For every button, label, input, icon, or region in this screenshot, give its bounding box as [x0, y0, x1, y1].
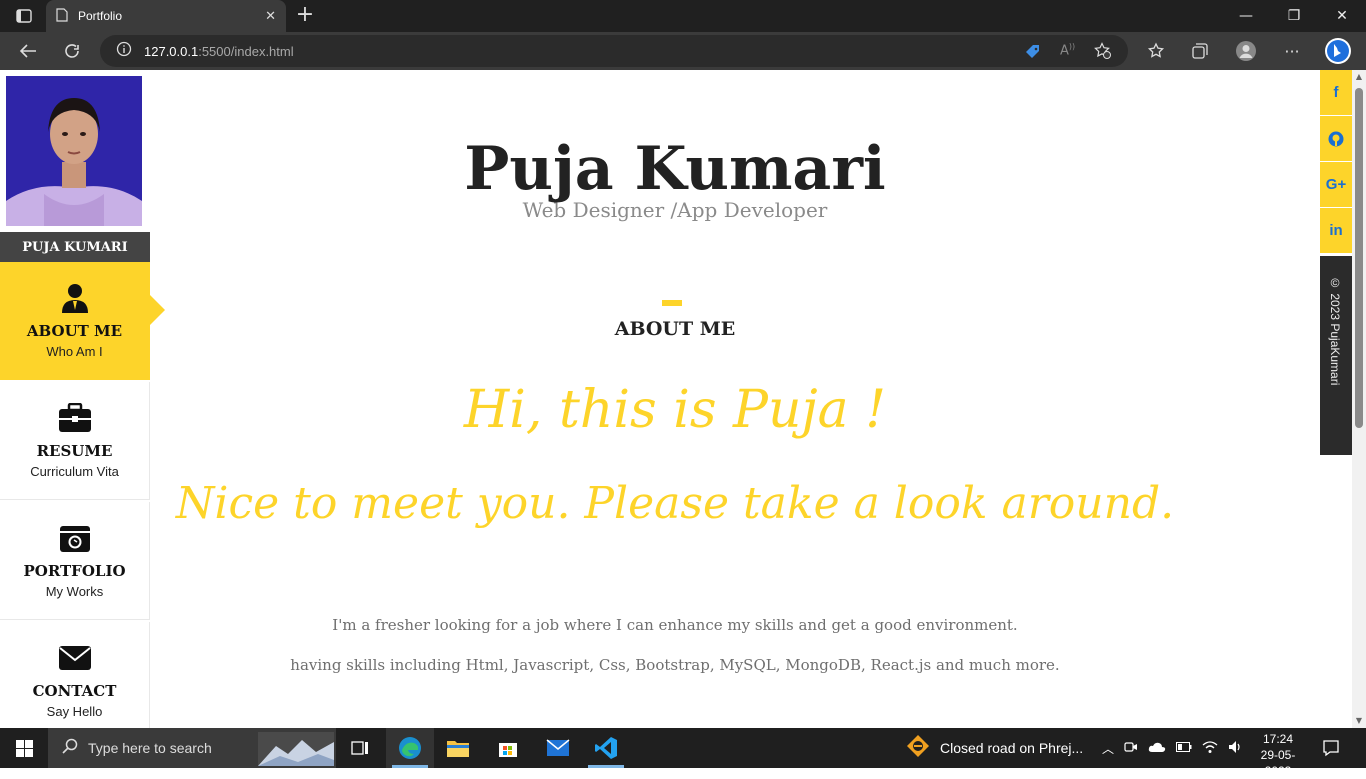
search-highlight-image — [258, 732, 334, 770]
facebook-icon[interactable]: f — [1320, 70, 1352, 115]
linkedin-icon[interactable]: in — [1320, 208, 1352, 253]
section-accent-bar — [662, 300, 682, 306]
hero-name: Puja Kumari — [464, 134, 886, 204]
bing-icon[interactable] — [1324, 38, 1352, 64]
wifi-icon[interactable] — [1202, 740, 1218, 757]
shopping-tag-icon[interactable] — [1024, 43, 1042, 65]
nav-sublabel: Say Hello — [46, 704, 103, 719]
close-window-icon[interactable]: ✕ — [1318, 0, 1366, 32]
read-aloud-icon[interactable]: A)) — [1060, 42, 1075, 58]
collections-icon[interactable] — [1186, 38, 1214, 64]
show-hidden-icons[interactable]: ︿ — [1102, 740, 1114, 757]
system-tray: ︿ — [1102, 728, 1244, 768]
browser-tab[interactable]: Portfolio ✕ — [46, 0, 286, 32]
tagline-text: Nice to meet you. Please take a look aro… — [175, 478, 1175, 529]
nav-item-resume[interactable]: RESUME Curriculum Vita — [0, 382, 150, 500]
onedrive-cloud-icon[interactable] — [1148, 741, 1166, 756]
clock-time: 17:24 — [1262, 732, 1294, 746]
page-viewport: PUJA KUMARI ABOUT ME Who Am I RESUME Cur… — [0, 70, 1366, 728]
page-icon — [56, 7, 68, 26]
browser-toolbar: 127.0.0.1:5500/index.html A)) ··· — [0, 32, 1366, 70]
section-title: ABOUT ME — [614, 318, 736, 340]
nav-sublabel: Curriculum Vita — [30, 464, 119, 479]
new-tab-icon[interactable]: + — [294, 4, 316, 28]
nav-label: RESUME — [36, 442, 113, 460]
nav-sublabel: My Works — [45, 584, 104, 599]
social-links: f G+ in — [1320, 70, 1352, 254]
about-paragraph-1: I'm a fresher looking for a job where I … — [332, 616, 1018, 634]
clock-date: 29-05-2023 — [1260, 748, 1296, 778]
camera-icon — [59, 522, 91, 554]
briefcase-icon — [58, 402, 92, 434]
site-info-icon[interactable] — [116, 41, 132, 61]
traffic-notification[interactable]: Closed road on Phrej... — [906, 728, 1083, 768]
task-view-icon[interactable] — [336, 728, 384, 768]
tab-actions-icon[interactable] — [10, 6, 38, 26]
profile-photo — [6, 76, 142, 226]
github-icon[interactable] — [1320, 116, 1352, 161]
nav-label: PORTFOLIO — [23, 562, 126, 580]
edge-taskbar-icon[interactable] — [386, 728, 434, 768]
mail-icon[interactable] — [534, 728, 582, 768]
copyright-bar: © 2023 PujaKumari — [1320, 256, 1352, 455]
page-scrollbar[interactable]: ▲ ▼ — [1352, 70, 1366, 728]
tab-title: Portfolio — [78, 9, 123, 23]
sidebar-name-bar: PUJA KUMARI — [0, 232, 150, 262]
google-plus-icon[interactable]: G+ — [1320, 162, 1352, 207]
nav-label: CONTACT — [32, 682, 117, 700]
window-controls: — ❐ ✕ — [1222, 0, 1366, 32]
microsoft-store-icon[interactable] — [484, 728, 532, 768]
about-paragraph-2: having skills including Html, Javascript… — [290, 656, 1060, 674]
road-closed-icon — [906, 734, 930, 763]
scroll-thumb[interactable] — [1355, 88, 1363, 428]
more-menu-icon[interactable]: ··· — [1278, 38, 1306, 64]
browser-tab-bar: Portfolio ✕ + — ❐ ✕ — [0, 0, 1366, 32]
taskbar-clock[interactable]: 17:24 29-05-2023 — [1248, 731, 1308, 779]
nav-sublabel: Who Am I — [46, 344, 103, 359]
add-favorite-icon[interactable] — [1094, 42, 1112, 64]
minimize-icon[interactable]: — — [1222, 0, 1270, 32]
taskbar-search[interactable]: Type here to search — [48, 728, 336, 768]
battery-icon[interactable] — [1176, 741, 1192, 755]
main-content: Puja Kumari Web Designer /App Developer … — [150, 70, 1320, 728]
file-explorer-icon[interactable] — [434, 728, 482, 768]
address-bar[interactable]: 127.0.0.1:5500/index.html A)) — [100, 35, 1128, 67]
nav-label: ABOUT ME — [26, 322, 123, 340]
favorites-icon[interactable] — [1142, 38, 1170, 64]
nav-item-portfolio[interactable]: PORTFOLIO My Works — [0, 502, 150, 620]
nav-item-about-me[interactable]: ABOUT ME Who Am I — [0, 262, 165, 380]
search-icon — [62, 738, 78, 758]
profile-avatar-icon[interactable] — [1232, 38, 1260, 64]
meet-now-icon[interactable] — [1124, 740, 1138, 757]
user-tie-icon — [60, 282, 90, 314]
envelope-icon — [58, 642, 92, 674]
copyright-text: © 2023 PujaKumari — [1328, 276, 1342, 386]
volume-icon[interactable] — [1228, 740, 1244, 757]
back-icon[interactable] — [14, 38, 42, 64]
hero-role: Web Designer /App Developer — [522, 198, 828, 222]
refresh-icon[interactable] — [58, 38, 86, 64]
url-text: 127.0.0.1:5500/index.html — [144, 43, 294, 59]
greeting-text: Hi, this is Puja ! — [463, 380, 887, 440]
vscode-icon[interactable] — [582, 728, 630, 768]
sidebar: PUJA KUMARI ABOUT ME Who Am I RESUME Cur… — [0, 70, 165, 728]
windows-start-icon[interactable] — [0, 728, 48, 768]
notification-text: Closed road on Phrej... — [940, 740, 1084, 756]
restore-icon[interactable]: ❐ — [1270, 0, 1318, 32]
scroll-down-icon[interactable]: ▼ — [1352, 714, 1366, 728]
scroll-up-icon[interactable]: ▲ — [1352, 70, 1366, 84]
windows-taskbar: Type here to search Closed road on Phrej… — [0, 728, 1366, 778]
nav-item-contact[interactable]: CONTACT Say Hello — [0, 622, 150, 728]
close-tab-icon[interactable]: ✕ — [265, 9, 276, 24]
notifications-icon[interactable] — [1322, 728, 1340, 768]
search-placeholder: Type here to search — [88, 740, 212, 756]
